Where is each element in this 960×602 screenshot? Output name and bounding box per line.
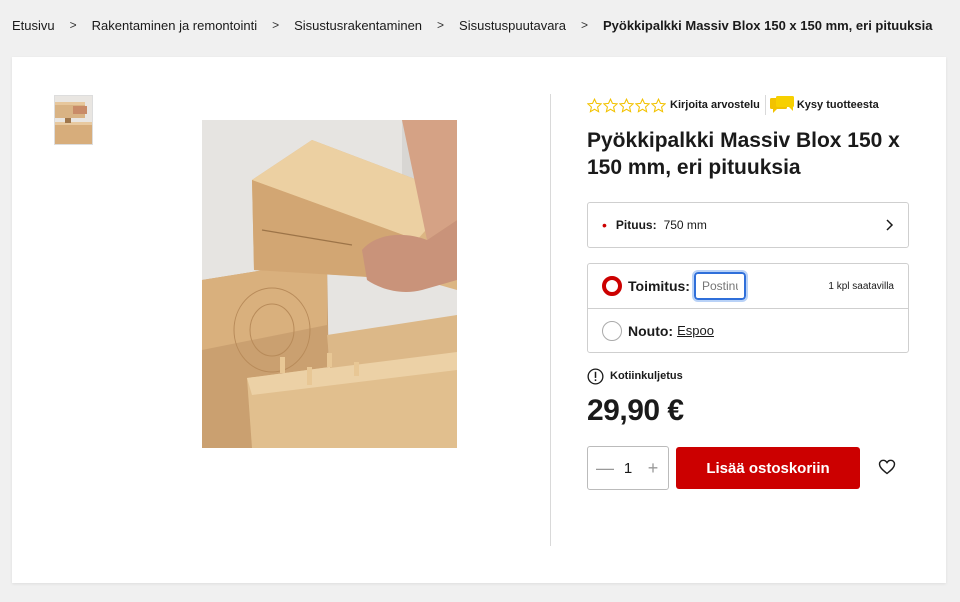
quantity-stepper: — 1 + (587, 446, 669, 490)
chevron-right-icon (886, 219, 894, 231)
breadcrumb-separator: > (272, 18, 280, 32)
star-icon (619, 97, 634, 113)
rating-separator (764, 95, 766, 115)
decrease-quantity-button[interactable]: — (596, 459, 614, 477)
home-delivery-label: Kotiinkuljetus (610, 370, 683, 382)
add-to-cart-button[interactable]: Lisää ostoskoriin (676, 447, 860, 489)
home-delivery-info: Kotiinkuljetus (587, 367, 683, 385)
product-card: Kirjoita arvostelu Kysy tuotteesta Pyökk… (12, 57, 946, 583)
breadcrumb-interior-lumber[interactable]: Sisustuspuutavara (459, 18, 566, 33)
column-divider (550, 94, 551, 546)
breadcrumb-separator: > (580, 18, 588, 32)
product-main-image[interactable] (202, 120, 457, 448)
rating-stars[interactable] (587, 97, 666, 113)
star-icon (651, 97, 666, 113)
rating-row: Kirjoita arvostelu Kysy tuotteesta (587, 94, 879, 116)
breadcrumb-separator: > (437, 18, 445, 32)
breadcrumb-construction[interactable]: Rakentaminen ja remontointi (92, 18, 257, 33)
delivery-options: Toimitus: 1 kpl saatavilla Nouto: Espoo (587, 263, 909, 353)
length-value: 750 mm (663, 218, 707, 232)
product-price: 29,90 € (587, 394, 684, 427)
postal-code-input[interactable] (691, 270, 748, 302)
product-title: Pyökkipalkki Massiv Blox 150 x 150 mm, e… (587, 129, 900, 179)
write-review-link[interactable]: Kirjoita arvostelu (670, 99, 760, 111)
shipping-label: Toimitus: (628, 278, 690, 294)
wooden-blocks-photo (202, 120, 457, 448)
exclamation-circle-icon (587, 367, 604, 385)
length-selector[interactable]: • Pituus: 750 mm (587, 202, 909, 248)
product-thumbnail[interactable] (54, 95, 93, 145)
star-icon (603, 97, 618, 113)
breadcrumb-interior-construction[interactable]: Sisustusrakentaminen (294, 18, 422, 33)
shipping-radio[interactable] (602, 276, 622, 296)
heart-icon[interactable] (878, 458, 896, 476)
pickup-label: Nouto: (628, 322, 674, 339)
breadcrumb-current: Pyökkipalkki Massiv Blox 150 x 150 mm, e… (602, 17, 933, 33)
thumbnail-image (55, 96, 92, 144)
star-icon (635, 97, 650, 113)
pickup-option: Nouto: Espoo (588, 308, 908, 352)
breadcrumb: Etusivu > Rakentaminen ja remontointi > … (12, 16, 933, 34)
star-icon (587, 97, 602, 113)
speech-bubble-icon (769, 96, 794, 113)
stock-status: 1 kpl saatavilla (828, 280, 894, 292)
pickup-store-link[interactable]: Espoo (677, 323, 714, 338)
breadcrumb-home[interactable]: Etusivu (12, 18, 55, 33)
required-dot: • (602, 217, 607, 233)
shipping-option: Toimitus: 1 kpl saatavilla (588, 264, 908, 308)
ask-question-link[interactable]: Kysy tuotteesta (797, 99, 879, 111)
length-label: Pituus: (615, 218, 657, 232)
increase-quantity-button[interactable]: + (646, 459, 660, 477)
breadcrumb-separator: > (69, 18, 77, 32)
pickup-radio[interactable] (602, 320, 622, 341)
quantity-value[interactable]: 1 (624, 460, 632, 477)
